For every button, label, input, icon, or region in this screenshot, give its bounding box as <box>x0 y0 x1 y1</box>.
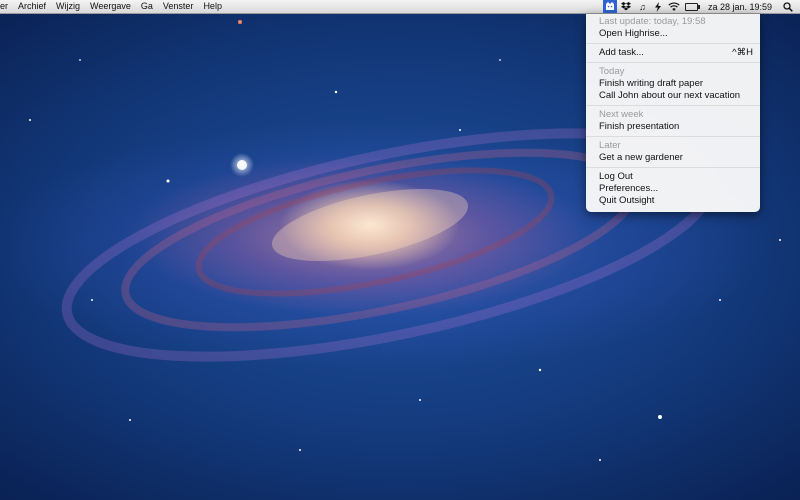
task-item[interactable]: Get a new gardener <box>586 152 760 164</box>
menu-bar: er Archief Wijzig Weergave Ga Venster He… <box>0 0 800 14</box>
wifi-icon[interactable] <box>668 0 681 13</box>
dropbox-icon[interactable] <box>620 0 633 13</box>
menu-separator <box>586 43 760 44</box>
bolt-icon[interactable] <box>652 0 665 13</box>
battery-icon[interactable] <box>684 0 701 13</box>
menu-weergave[interactable]: Weergave <box>85 0 136 13</box>
open-highrise-item[interactable]: Open Highrise... <box>586 28 760 40</box>
log-out-item[interactable]: Log Out <box>586 171 760 183</box>
search-icon[interactable] <box>781 0 794 13</box>
add-task-shortcut: ^⌘H <box>732 47 753 58</box>
menu-ga[interactable]: Ga <box>136 0 158 13</box>
music-icon[interactable]: ♫ <box>636 0 649 13</box>
task-item[interactable]: Finish writing draft paper <box>586 78 760 90</box>
later-header: Later <box>599 140 621 151</box>
preferences-item[interactable]: Preferences... <box>586 183 760 195</box>
task-item[interactable]: Finish presentation <box>586 121 760 133</box>
next-week-header: Next week <box>599 109 644 120</box>
outsight-menu: Last update: today, 19:58 Open Highrise.… <box>586 14 760 212</box>
today-header: Today <box>599 66 625 77</box>
outsight-icon[interactable] <box>602 0 617 13</box>
menu-archief[interactable]: Archief <box>13 0 51 13</box>
add-task-item[interactable]: Add task... ^⌘H <box>586 47 760 59</box>
menu-separator <box>586 62 760 63</box>
last-update-label: Last update: today, 19:58 <box>599 16 706 27</box>
status-area: ♫ za 28 jan. 19:59 <box>602 0 794 13</box>
app-menu: er Archief Wijzig Weergave Ga Venster He… <box>0 0 227 13</box>
menu-wijzig[interactable]: Wijzig <box>51 0 85 13</box>
clock[interactable]: za 28 jan. 19:59 <box>708 2 772 12</box>
menu-help[interactable]: Help <box>198 0 227 13</box>
desktop: er Archief Wijzig Weergave Ga Venster He… <box>0 0 800 500</box>
menu-separator <box>586 167 760 168</box>
menu-venster[interactable]: Venster <box>158 0 199 13</box>
task-item[interactable]: Call John about our next vacation <box>586 90 760 102</box>
menu-finder[interactable]: er <box>0 0 13 13</box>
battery-level <box>685 2 701 11</box>
menu-separator <box>586 105 760 106</box>
menu-separator <box>586 136 760 137</box>
quit-item[interactable]: Quit Outsight <box>586 195 760 207</box>
